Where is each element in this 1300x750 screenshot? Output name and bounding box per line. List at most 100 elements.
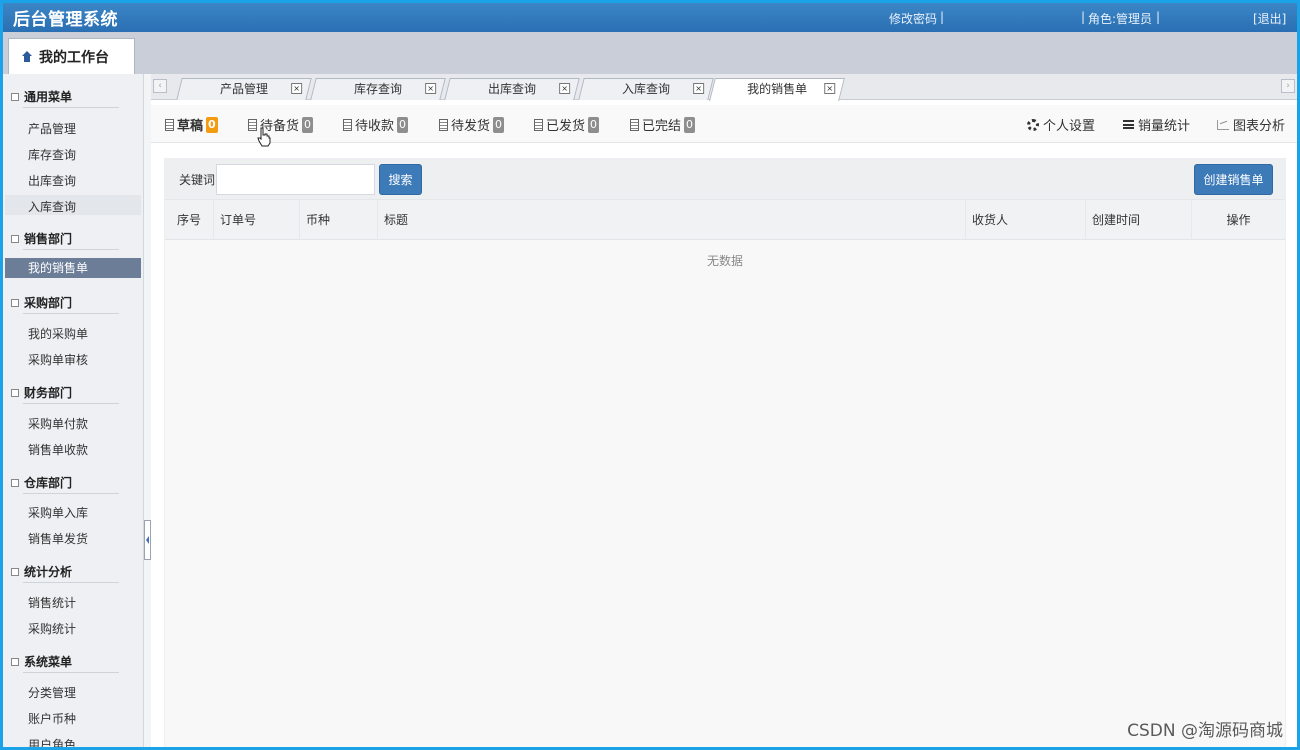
personal-settings-button[interactable]: 个人设置 — [1027, 115, 1095, 134]
hand-cursor-icon — [257, 127, 271, 147]
sidebar-item-purchase-review[interactable]: 采购单审核 — [28, 351, 88, 368]
main-content: ‹ 产品管理 × 库存查询 × 出库查询 × 入库查询 × 我的销售单 × › 草稿 0 … — [151, 74, 1297, 747]
tab-scroll-left-button[interactable]: ‹ — [153, 79, 167, 93]
sales-stats-button[interactable]: 销量统计 — [1123, 115, 1190, 134]
logout-link[interactable]: [退出] — [1253, 10, 1286, 27]
sidebar-section-finance[interactable]: 财务部门 — [11, 384, 72, 401]
tab-outbound[interactable]: 出库查询 × — [444, 78, 580, 100]
sidebar-item-account-currency[interactable]: 账户币种 — [28, 710, 76, 727]
tab-inbound[interactable]: 入库查询 × — [578, 78, 714, 100]
sidebar-item-outbound[interactable]: 出库查询 — [28, 172, 76, 189]
keyword-label: 关键词 — [179, 173, 216, 187]
sidebar-item-sales-collection[interactable]: 销售单收款 — [28, 441, 88, 458]
collapse-box-icon — [11, 234, 19, 243]
close-icon[interactable]: × — [559, 83, 571, 94]
document-icon — [630, 118, 639, 131]
table-header: 序号 订单号 币种 标题 收货人 创建时间 操作 — [165, 199, 1285, 240]
count-badge: 0 — [206, 116, 218, 133]
column-header[interactable]: 订单号 — [213, 200, 299, 240]
filter-pending-payment[interactable]: 待收款 0 — [343, 115, 409, 134]
sidebar-section-system[interactable]: 系统菜单 — [11, 653, 72, 670]
sidebar-item-my-sales-order[interactable]: 我的销售单 — [5, 258, 141, 278]
tab-product[interactable]: 产品管理 × — [176, 78, 312, 100]
sidebar-section-general[interactable]: 通用菜单 — [11, 88, 72, 105]
sidebar-item-user-role[interactable]: 用户角色 — [28, 736, 76, 747]
close-icon[interactable]: × — [291, 83, 303, 94]
section-divider — [23, 672, 119, 673]
sidebar: 通用菜单 产品管理 库存查询 出库查询 入库查询 销售部门 我的销售单 采购部门… — [3, 74, 144, 747]
close-icon[interactable]: × — [425, 83, 437, 94]
document-icon — [439, 118, 448, 131]
header-divider: | — [940, 10, 945, 24]
section-title: 销售部门 — [24, 232, 73, 246]
filter-completed[interactable]: 已完结 0 — [630, 115, 696, 134]
sidebar-section-sales[interactable]: 销售部门 — [11, 230, 72, 247]
column-header[interactable]: 操作 — [1191, 200, 1285, 240]
search-bar: 关键词 搜索 创建销售单 — [165, 159, 1285, 199]
create-sales-order-button[interactable]: 创建销售单 — [1194, 164, 1273, 195]
section-title: 仓库部门 — [24, 476, 73, 490]
tab-inventory[interactable]: 库存查询 × — [310, 78, 446, 100]
sidebar-item-my-purchase-order[interactable]: 我的采购单 — [28, 325, 88, 342]
search-button[interactable]: 搜索 — [379, 164, 422, 195]
sidebar-item-inbound[interactable]: 入库查询 — [28, 198, 76, 215]
column-header[interactable]: 币种 — [299, 200, 377, 240]
tab-bar: ‹ 产品管理 × 库存查询 × 出库查询 × 入库查询 × 我的销售单 × › — [151, 74, 1297, 101]
data-panel: 关键词 搜索 创建销售单 序号 订单号 币种 标题 收货人 创建时间 操作 无数… — [164, 158, 1286, 747]
column-header[interactable]: 创建时间 — [1085, 200, 1191, 240]
document-icon — [248, 118, 257, 131]
status-filter-bar: 草稿 0 待备货 0 待收款 0 待发货 0 已发货 0 已完结 0 个人设置 … — [151, 105, 1297, 143]
count-badge: 0 — [684, 116, 696, 133]
sidebar-item-product[interactable]: 产品管理 — [28, 120, 76, 137]
filter-shipped[interactable]: 已发货 0 — [534, 115, 600, 134]
sidebar-section-statistics[interactable]: 统计分析 — [11, 563, 72, 580]
section-title: 采购部门 — [24, 296, 73, 310]
count-badge: 0 — [397, 116, 409, 133]
sidebar-section-purchase[interactable]: 采购部门 — [11, 294, 72, 311]
column-header[interactable]: 标题 — [377, 200, 965, 240]
count-badge: 0 — [493, 116, 505, 133]
sidebar-item-category[interactable]: 分类管理 — [28, 684, 76, 701]
sidebar-item-sales-shipping[interactable]: 销售单发货 — [28, 530, 88, 547]
column-header[interactable]: 序号 — [165, 200, 213, 240]
column-header[interactable]: 收货人 — [965, 200, 1085, 240]
section-divider — [23, 313, 119, 314]
keyword-input[interactable] — [216, 164, 375, 195]
change-password-link[interactable]: 修改密码 — [889, 10, 937, 27]
header-divider: | — [1081, 10, 1086, 24]
sidebar-item-sales-stats[interactable]: 销售统计 — [28, 594, 76, 611]
watermark: CSDN @淘源码商城 — [1127, 721, 1283, 741]
top-header: 后台管理系统 修改密码 | | 角色:管理员 | [退出] — [3, 3, 1297, 32]
close-icon[interactable]: × — [693, 83, 705, 94]
close-icon[interactable]: × — [824, 83, 836, 94]
collapse-box-icon — [11, 388, 19, 397]
chart-analysis-button[interactable]: 图表分析 — [1217, 115, 1285, 134]
document-icon — [343, 118, 352, 131]
section-divider — [23, 107, 119, 108]
sidebar-item-purchase-inbound[interactable]: 采购单入库 — [28, 504, 88, 521]
app-window: 后台管理系统 修改密码 | | 角色:管理员 | [退出] 我的工作台 通用菜单… — [0, 0, 1300, 750]
sidebar-collapse-handle[interactable] — [144, 520, 151, 560]
sidebar-item-purchase-payment[interactable]: 采购单付款 — [28, 415, 88, 432]
filter-pending-shipment[interactable]: 待发货 0 — [439, 115, 505, 134]
section-title: 通用菜单 — [24, 90, 73, 104]
gear-icon — [1027, 118, 1039, 131]
filter-draft[interactable]: 草稿 0 — [165, 115, 218, 134]
list-icon — [1123, 120, 1134, 129]
section-divider — [23, 403, 119, 404]
section-title: 财务部门 — [24, 386, 73, 400]
count-badge: 0 — [302, 116, 314, 133]
workbench-bar: 我的工作台 — [3, 32, 1297, 74]
app-title: 后台管理系统 — [13, 10, 118, 30]
sidebar-item-inventory[interactable]: 库存查询 — [28, 146, 76, 163]
sidebar-item-purchase-stats[interactable]: 采购统计 — [28, 620, 76, 637]
tab-scroll-right-button[interactable]: › — [1281, 79, 1295, 93]
header-divider: | — [1156, 10, 1161, 24]
sidebar-section-warehouse[interactable]: 仓库部门 — [11, 474, 72, 491]
document-icon — [534, 118, 543, 131]
empty-state-text: 无数据 — [706, 254, 743, 268]
workbench-tab[interactable]: 我的工作台 — [8, 38, 135, 74]
tab-my-sales-order[interactable]: 我的销售单 × — [709, 78, 845, 101]
section-title: 统计分析 — [24, 565, 73, 579]
home-icon — [21, 50, 33, 63]
